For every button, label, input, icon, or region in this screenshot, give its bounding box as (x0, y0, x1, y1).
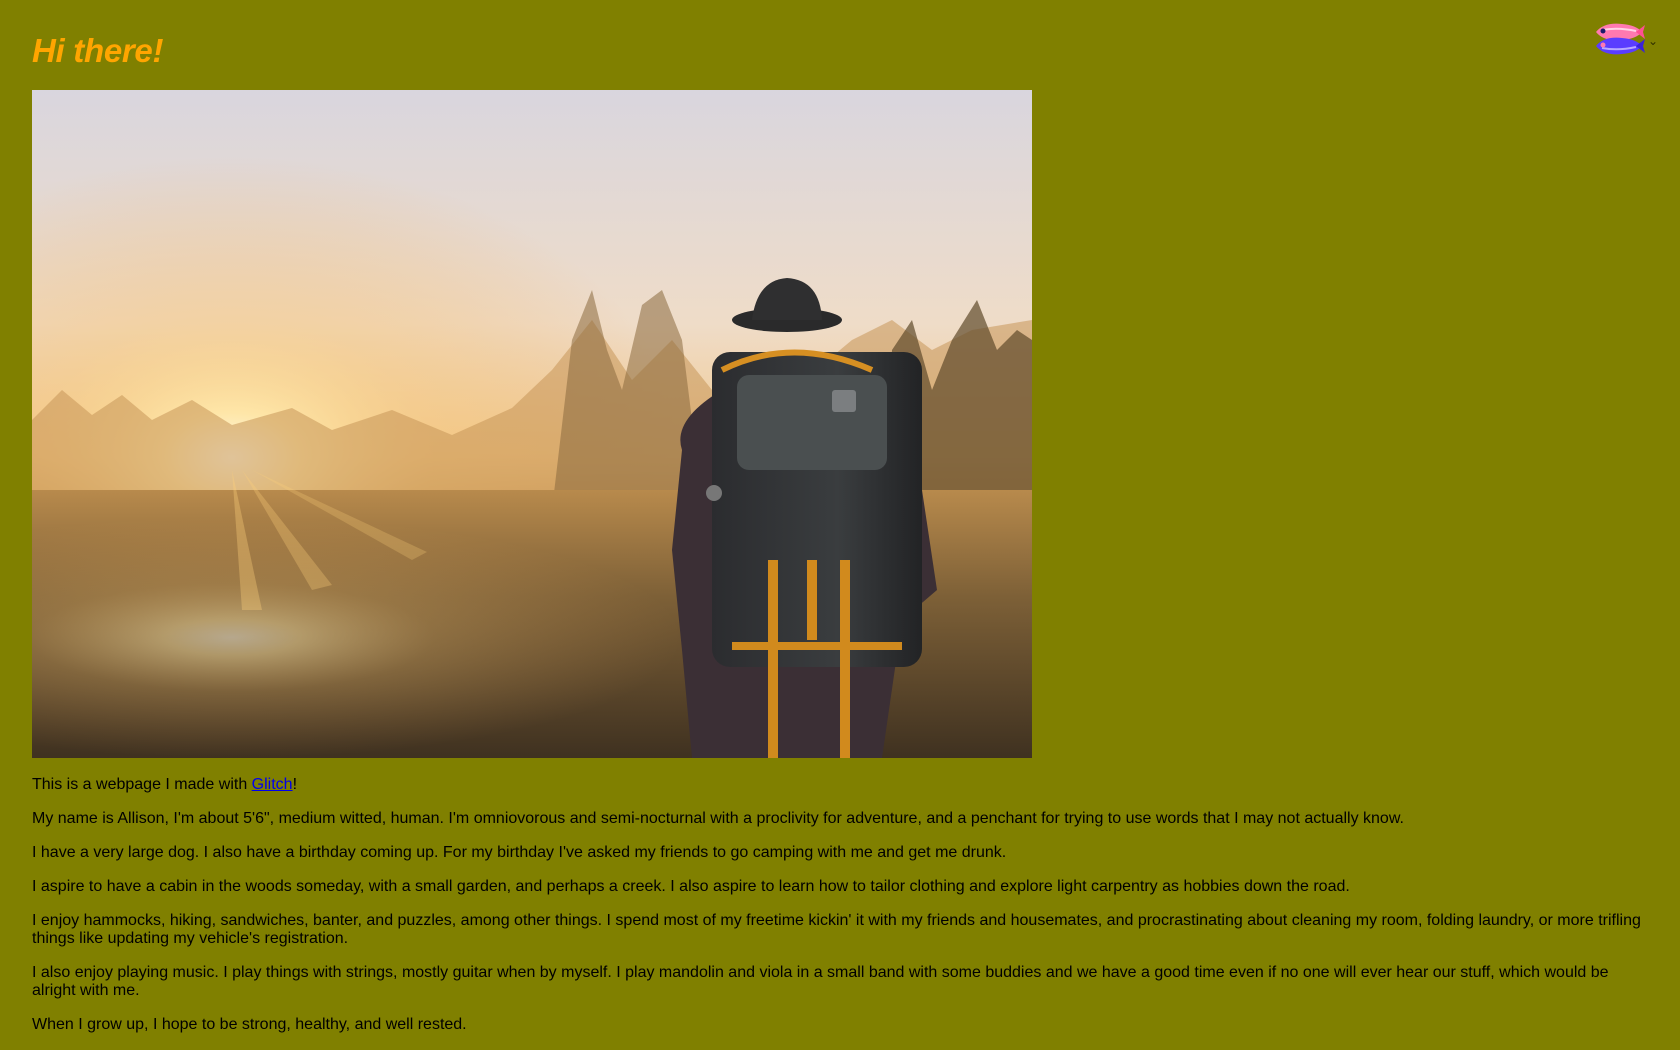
music-paragraph: I also enjoy playing music. I play thing… (32, 964, 1609, 999)
intro-end: ! (292, 776, 298, 793)
bio-paragraph: My name is Allison, I'm about 5'6", medi… (32, 810, 1404, 827)
glitch-menu-button[interactable]: ⌄ (1592, 18, 1658, 60)
hero-image (32, 90, 1032, 758)
intro-paragraph: This is a webpage I made with Glitch! (32, 776, 1648, 794)
aspirations-paragraph: I aspire to have a cabin in the woods so… (32, 878, 1350, 895)
page-title: Hi there! (32, 32, 164, 69)
glitch-fish-logo-icon (1595, 23, 1645, 55)
future-paragraph: When I grow up, I hope to be strong, hea… (32, 1016, 467, 1033)
content: This is a webpage I made with Glitch! My… (32, 776, 1648, 1034)
page: Hi there! This is a webpage I made with … (0, 0, 1680, 1050)
glitch-link[interactable]: Glitch (252, 776, 293, 793)
dog-paragraph: I have a very large dog. I also have a b… (32, 844, 1007, 861)
hobbies-paragraph: I enjoy hammocks, hiking, sandwiches, ba… (32, 912, 1641, 947)
chevron-down-icon: ⌄ (1647, 34, 1658, 48)
intro-text: This is a webpage I made with (32, 776, 252, 793)
